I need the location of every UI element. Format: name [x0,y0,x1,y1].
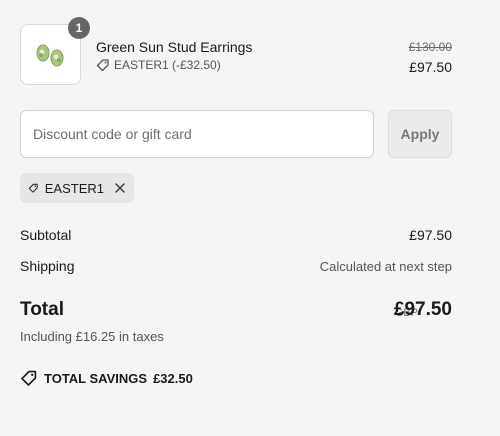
price-original: £130.00 [408,40,452,54]
quantity-badge: 1 [68,17,90,39]
remove-code-button[interactable] [114,182,126,194]
product-name: Green Sun Stud Earrings [96,39,253,55]
applied-code-chip: EASTER1 [20,173,134,203]
tag-icon [21,370,37,386]
applied-code-label: EASTER1 [44,180,104,196]
tag-icon [28,183,38,193]
product-discount-label: EASTER1 (-£32.50) [114,58,221,72]
product-discount: EASTER1 (-£32.50) [96,58,221,72]
apply-button[interactable]: Apply [388,110,452,158]
subtotal-label: Subtotal [20,227,72,243]
total-amount: £97.50 [393,299,452,320]
savings-value: £32.50 [153,370,193,386]
discount-code-input[interactable] [20,110,374,158]
savings-label: TOTAL SAVINGS [44,370,148,386]
shipping-label: Shipping [20,258,75,274]
subtotal-value: £97.50 [409,227,452,243]
close-icon [115,183,125,193]
tag-icon [96,59,109,72]
total-label: Total [20,299,64,320]
tax-note: Including £16.25 in taxes [20,329,164,344]
total-savings: TOTAL SAVINGS £32.50 [20,369,193,387]
price-final: £97.50 [409,59,452,75]
shipping-value: Calculated at next step [319,259,452,274]
